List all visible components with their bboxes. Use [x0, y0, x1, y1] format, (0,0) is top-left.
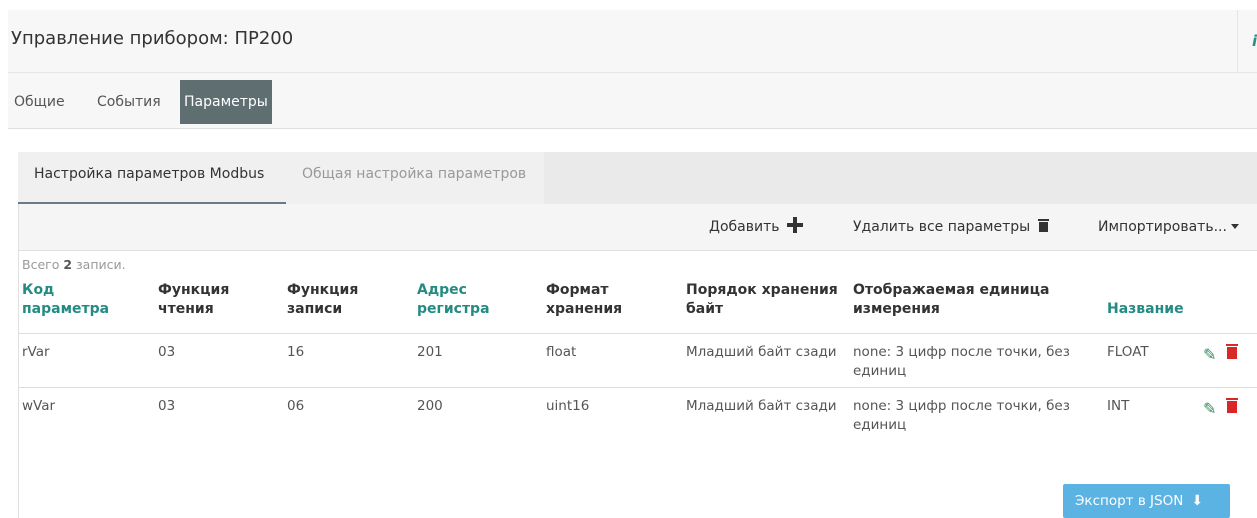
- cell-unit: none: 3 цифр после точки, без единиц: [853, 398, 1070, 433]
- delete-icon[interactable]: [1226, 344, 1238, 359]
- page-header: Управление прибором: ПР200 i: [8, 10, 1257, 73]
- column-header-write-fn: Функция записи: [287, 282, 359, 317]
- edit-icon[interactable]: ✎: [1203, 399, 1216, 418]
- add-label: Добавить: [709, 219, 780, 235]
- column-header-read-fn: Функция чтения: [158, 282, 230, 317]
- records-count-value: 2: [63, 257, 73, 272]
- cell-name: INT: [1107, 398, 1130, 414]
- caret-down-icon: [1230, 223, 1239, 229]
- info-icon[interactable]: i: [1252, 32, 1257, 50]
- cell-code: rVar: [22, 344, 50, 360]
- add-button[interactable]: Добавить: [709, 204, 804, 251]
- toolbar: Добавить Удалить все параметры Импортиро…: [19, 204, 1257, 251]
- cell-unit: none: 3 цифр после точки, без единиц: [853, 344, 1070, 379]
- delete-icon[interactable]: [1226, 398, 1238, 413]
- download-icon: ⬇: [1191, 493, 1204, 509]
- cell-code: wVar: [22, 398, 56, 414]
- table-row: rVar 03 16 201 float Младший байт сзади …: [19, 333, 1257, 385]
- subtab-general-settings[interactable]: Общая настройка параметров: [302, 152, 526, 204]
- page-title: Управление прибором: ПР200: [11, 28, 294, 49]
- table-row: wVar 03 06 200 uint16 Младший байт сзади…: [19, 387, 1257, 439]
- row-actions: ✎: [1203, 344, 1257, 364]
- records-count: Всего 2 записи.: [22, 257, 126, 272]
- parameters-panel: Добавить Удалить все параметры Импортиро…: [18, 204, 1257, 518]
- cell-write-fn: 16: [287, 344, 305, 360]
- cell-byte-order: Младший байт сзади: [686, 344, 837, 360]
- column-header-format: Формат хранения: [546, 282, 623, 317]
- parameters-subnav: Настройка параметров Modbus Общая настро…: [18, 152, 1257, 204]
- subtab-modbus-settings[interactable]: Настройка параметров Modbus: [18, 152, 286, 204]
- import-dropdown[interactable]: Импортировать...: [1098, 204, 1239, 251]
- edit-icon[interactable]: ✎: [1203, 345, 1216, 364]
- tab-events[interactable]: События: [94, 80, 164, 124]
- delete-all-button[interactable]: Удалить все параметры: [853, 204, 1050, 251]
- cell-write-fn: 06: [287, 398, 305, 414]
- column-header-byte-order: Порядок хранения байт: [686, 282, 838, 317]
- cell-read-fn: 03: [158, 398, 176, 414]
- import-label: Импортировать...: [1098, 219, 1227, 235]
- cell-address: 200: [417, 398, 443, 414]
- device-tabs: Общие События Параметры: [8, 73, 1257, 129]
- cell-byte-order: Младший байт сзади: [686, 398, 837, 414]
- cell-format: uint16: [546, 398, 590, 414]
- cell-format: float: [546, 344, 577, 360]
- delete-all-label: Удалить все параметры: [853, 219, 1031, 235]
- column-header-address[interactable]: Адрес регистра: [417, 281, 507, 319]
- cell-name: FLOAT: [1107, 344, 1149, 360]
- row-actions: ✎: [1203, 398, 1257, 418]
- tab-general[interactable]: Общие: [11, 80, 68, 124]
- subnav-strip: [544, 152, 1257, 204]
- trash-icon: [1038, 218, 1050, 232]
- plus-icon: [787, 217, 804, 233]
- column-header-name[interactable]: Название: [1107, 300, 1184, 319]
- header-divider: [1237, 10, 1238, 73]
- cell-read-fn: 03: [158, 344, 176, 360]
- export-json-button[interactable]: Экспорт в JSON ⬇: [1063, 484, 1230, 518]
- cell-address: 201: [417, 344, 443, 360]
- column-header-code[interactable]: Код параметра: [22, 281, 132, 319]
- column-header-unit: Отображаемая единица измерения: [853, 282, 1050, 317]
- tab-parameters[interactable]: Параметры: [180, 80, 272, 124]
- export-label: Экспорт в JSON: [1075, 493, 1184, 509]
